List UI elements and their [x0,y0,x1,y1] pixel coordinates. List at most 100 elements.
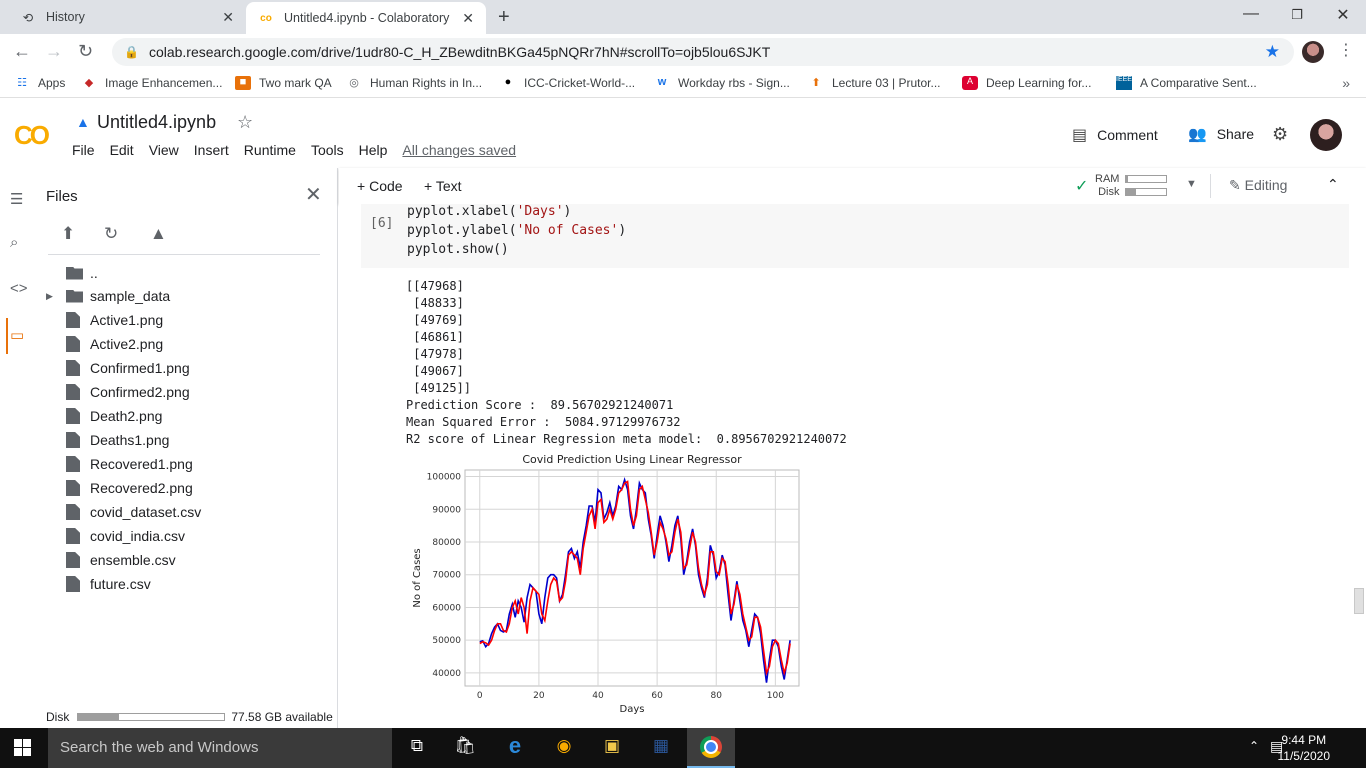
file-icon [66,504,80,520]
add-text-button[interactable]: + Text [424,178,462,194]
x-tick-label: 80 [711,691,723,701]
share-button[interactable]: 👥 Share [1188,125,1254,143]
comment-button[interactable]: ▤ Comment [1072,125,1158,145]
disk-label: Disk [1098,185,1120,198]
more-vert-icon[interactable]: ⋮ [1338,40,1354,60]
save-status-link[interactable]: All changes saved [402,142,516,158]
resource-monitor[interactable]: RAM Disk [1095,172,1168,198]
file-item[interactable]: ensemble.csv [66,550,176,570]
close-icon[interactable]: ✕ [305,182,322,207]
drive-icon[interactable]: ▲ [76,114,90,130]
restore-icon[interactable]: ❐ [1274,7,1320,23]
close-tab-icon[interactable]: ✕ [462,10,474,27]
bookmark-apps[interactable]: ☷ Apps [14,76,65,90]
add-code-label: Code [369,178,403,194]
bookmark-item[interactable]: ● ICC-Cricket-World-... [500,76,635,90]
menu-help[interactable]: Help [359,142,388,158]
menu-view[interactable]: View [149,142,179,158]
bookmark-item[interactable]: IEEE A Comparative Sent... [1116,76,1257,90]
chrome-taskbar-icon[interactable] [687,728,735,768]
upload-icon[interactable]: ⬆ [61,224,75,244]
code-snippets-icon[interactable]: <> [10,280,28,297]
notebook-toolbar: + Code + Text ✓ RAM Disk ▼ ✎ Editing ⌃ [339,168,1366,204]
file-item[interactable]: future.csv [66,574,151,594]
menu-edit[interactable]: Edit [110,142,134,158]
refresh-folder-icon[interactable]: ↻ [104,224,118,244]
x-tick-label: 100 [767,691,784,701]
bookmark-label: Apps [38,76,66,90]
star-icon[interactable]: ☆ [237,112,253,133]
file-explorer-icon[interactable]: ▣ [599,736,625,760]
notebook-title[interactable]: Untitled4.ipynb [97,112,216,133]
file-icon [66,360,80,376]
file-item[interactable]: Recovered1.png [66,454,193,474]
bookmarks-overflow-icon[interactable]: » [1342,75,1350,91]
edge-icon[interactable]: e [502,733,528,758]
code-cell[interactable]: [6] pyplot.xlabel('Days') pyplot.ylabel(… [361,204,1349,268]
gear-icon[interactable]: ⚙ [1272,124,1288,145]
folder-icon[interactable]: ▭ [10,326,24,344]
forward-arrow-icon[interactable]: → [45,41,63,62]
word-icon[interactable]: ▦ [648,736,674,760]
close-tab-icon[interactable]: ✕ [222,9,234,26]
menu-insert[interactable]: Insert [194,142,229,158]
bookmark-item[interactable]: w Workday rbs - Sign... [654,76,790,90]
file-item[interactable]: Recovered2.png [66,478,193,498]
file-item[interactable]: covid_india.csv [66,526,185,546]
plot-area [464,469,800,687]
file-item[interactable]: covid_dataset.csv [66,502,201,522]
apps-grid-icon: ☷ [17,77,27,89]
file-icon [66,456,80,472]
bookmark-item[interactable]: ⬆ Lecture 03 | Prutor... [808,76,940,90]
minimize-icon[interactable]: — [1228,5,1274,23]
back-arrow-icon[interactable]: ← [13,41,31,62]
folder-item[interactable]: ▶ sample_data [46,286,170,306]
bookmark-item[interactable]: ■ Two mark QA [235,76,332,90]
bookmark-label: ICC-Cricket-World-... [524,76,636,90]
menu-runtime[interactable]: Runtime [244,142,296,158]
file-item[interactable]: Active1.png [66,310,163,330]
chevron-up-icon[interactable]: ⌃ [1249,739,1259,753]
task-view-icon[interactable]: ⧉ [404,736,430,760]
avatar[interactable] [1310,119,1342,151]
reload-icon[interactable]: ↻ [78,41,93,62]
tab-colab[interactable]: co Untitled4.ipynb - Colaboratory ✕ [246,2,486,34]
firefox-icon[interactable]: ◉ [551,736,577,760]
mount-drive-icon[interactable]: ▲ [150,224,167,244]
search-icon[interactable]: ⌕ [10,234,18,251]
file-name: Deaths1.png [90,432,170,448]
window-close-icon[interactable]: ✕ [1320,5,1366,25]
chevron-up-icon[interactable]: ⌃ [1327,176,1339,193]
active-indicator [6,318,8,354]
new-tab-button[interactable]: + [498,6,510,29]
file-item[interactable]: Confirmed2.png [66,382,190,402]
taskbar-search-box[interactable]: Search the web and Windows [48,728,392,768]
file-item[interactable]: Deaths1.png [66,430,169,450]
parent-dir-item[interactable]: .. [66,263,98,283]
profile-avatar[interactable] [1302,41,1324,63]
file-item[interactable]: Confirmed1.png [66,358,190,378]
chevron-down-icon[interactable]: ▼ [1186,178,1197,190]
tab-history[interactable]: ⟲ History ✕ [8,0,246,34]
file-item[interactable]: Active2.png [66,334,163,354]
bookmark-item[interactable]: A Deep Learning for... [962,76,1091,90]
menu-tools[interactable]: Tools [311,142,344,158]
cell-output: [[47968] [48833] [49769] [46861] [47978]… [406,278,847,448]
editing-mode-button[interactable]: ✎ Editing [1229,177,1287,194]
scrollbar-thumb[interactable] [1354,588,1364,614]
add-code-button[interactable]: + Code [357,178,403,194]
table-of-contents-icon[interactable]: ☰ [10,190,23,208]
store-icon[interactable]: 🛍 [452,736,478,760]
bookmark-item[interactable]: ◎ Human Rights in In... [346,76,482,90]
expand-arrow-icon[interactable]: ▶ [46,291,53,302]
address-bar-row: ← → ↻ 🔒 colab.research.google.com/drive/… [0,34,1366,70]
bookmark-item[interactable]: ◆ Image Enhancemen... [81,76,223,90]
windows-taskbar: Search the web and Windows ⧉ 🛍 e ◉ ▣ ▦ ⌃… [0,728,1366,768]
share-label: Share [1216,126,1255,142]
bookmark-star-icon[interactable]: ★ [1265,42,1280,62]
system-clock[interactable]: 9:44 PM 11/5/2020 [1278,732,1331,764]
file-item[interactable]: Death2.png [66,406,162,426]
menu-file[interactable]: File [72,142,95,158]
colab-logo[interactable]: CO [14,120,50,151]
url-bar[interactable]: 🔒 colab.research.google.com/drive/1udr80… [112,38,1294,66]
